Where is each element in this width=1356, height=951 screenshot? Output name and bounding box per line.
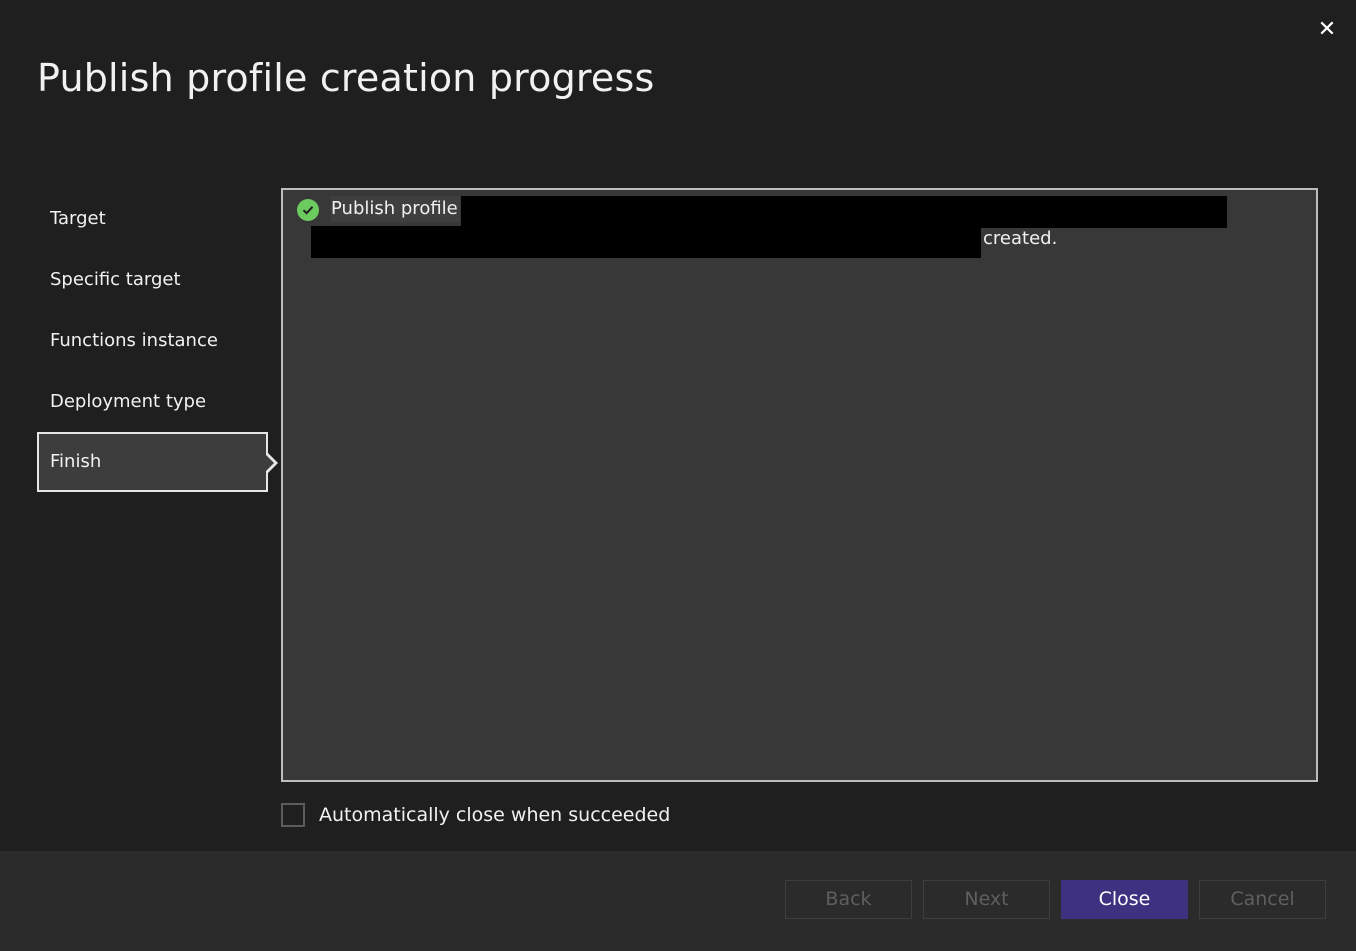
nav-item-label: Specific target [50,269,181,290]
progress-output-panel: Publish profile created. [281,188,1318,782]
active-step-arrow-icon [265,452,278,474]
nav-item-target[interactable]: Target [37,188,268,249]
wizard-steps-nav: Target Specific target Functions instanc… [37,188,278,492]
redacted-profile-name [461,196,1227,228]
message-prefix: Publish profile [331,196,460,222]
next-button[interactable]: Next [923,880,1050,919]
nav-item-finish[interactable]: Finish [37,432,278,492]
nav-item-label: Deployment type [50,391,207,412]
dialog-title: Publish profile creation progress [37,56,655,100]
nav-item-functions-instance[interactable]: Functions instance [37,310,268,371]
success-check-icon [297,199,319,221]
nav-item-deployment-type[interactable]: Deployment type [37,371,268,432]
redacted-profile-name-continued [311,226,981,258]
auto-close-checkbox[interactable] [281,803,305,827]
message-suffix: created. [983,228,1058,249]
nav-item-label: Functions instance [50,330,218,351]
nav-item-specific-target[interactable]: Specific target [37,249,268,310]
cancel-button[interactable]: Cancel [1199,880,1326,919]
nav-item-label: Finish [50,451,102,472]
auto-close-label: Automatically close when succeeded [319,804,671,826]
nav-item-label: Target [50,208,106,229]
auto-close-option[interactable]: Automatically close when succeeded [281,803,670,827]
dialog-footer: Back Next Close Cancel [0,851,1356,951]
close-icon[interactable]: ✕ [1314,16,1340,44]
close-button[interactable]: Close [1061,880,1188,919]
back-button[interactable]: Back [785,880,912,919]
